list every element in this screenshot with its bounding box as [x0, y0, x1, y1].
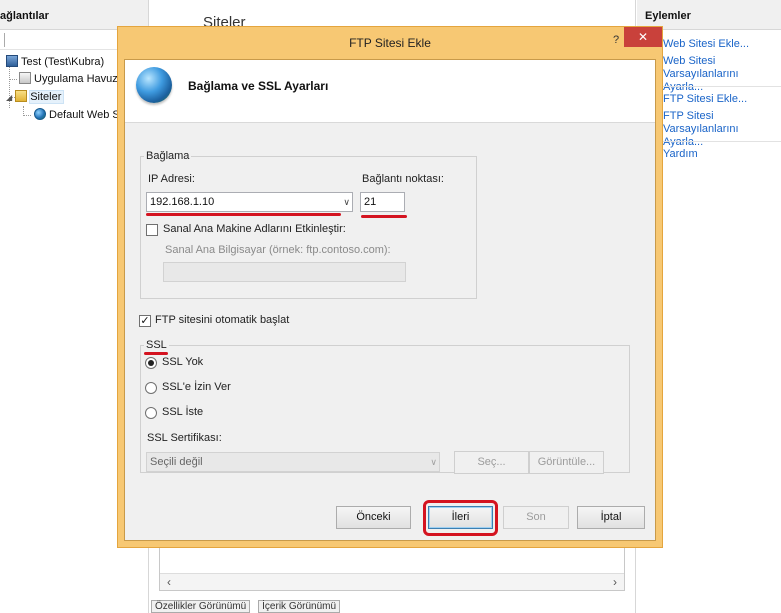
tree-item-app-pools[interactable]: Uygulama Havuzlar [19, 71, 130, 87]
ip-address-value: 192.168.1.10 [150, 196, 215, 208]
tree-connector [9, 79, 17, 80]
radio-ssl-allow[interactable] [145, 382, 157, 394]
ssl-cert-select[interactable]: Seçili değil ∨ [146, 452, 440, 472]
banner-title: Bağlama ve SSL Ayarları [188, 79, 329, 93]
previous-button[interactable]: Önceki [336, 506, 411, 529]
tab-content-view[interactable]: İçerik Görünümü [258, 600, 341, 613]
app-pool-icon [19, 72, 31, 84]
sites-list[interactable]: ‹ › [159, 545, 625, 591]
radio-ssl-none[interactable] [145, 357, 157, 369]
scroll-right-icon[interactable]: › [608, 575, 622, 589]
dialog-title: FTP Sitesi Ekle [349, 36, 431, 50]
virtual-host-checkbox[interactable] [146, 224, 158, 236]
radio-ssl-require-label: SSL İste [162, 406, 204, 418]
tree-item-label: Siteler [29, 90, 65, 104]
tree-item-server[interactable]: Test (Test\Kubra) [6, 54, 104, 70]
finish-button[interactable]: Son [503, 506, 569, 529]
port-input[interactable]: 21 [360, 192, 405, 212]
toolbar-separator [4, 33, 5, 47]
actions-divider [663, 141, 781, 142]
cancel-button[interactable]: İptal [577, 506, 645, 529]
ip-address-label: IP Adresi: [148, 173, 195, 185]
annotation-box [423, 500, 498, 536]
tree-item-label: Test (Test\Kubra) [21, 56, 105, 68]
server-icon [6, 55, 18, 67]
horizontal-scrollbar[interactable]: ‹ › [160, 573, 624, 590]
tree-connector [23, 115, 31, 116]
action-add-website[interactable]: Web Sitesi Ekle... [663, 38, 781, 51]
ssl-cert-value: Seçili değil [150, 456, 203, 468]
view-tabs: Özellikler Görünümü İçerik Görünümü [151, 600, 348, 613]
dialog-body: Bağlama ve SSL Ayarları Bağlama IP Adres… [124, 59, 656, 541]
action-add-ftp-site[interactable]: FTP Sitesi Ekle... [663, 93, 781, 106]
tab-features-view[interactable]: Özellikler Görünümü [151, 600, 251, 613]
dialog-banner: Bağlama ve SSL Ayarları [125, 60, 655, 123]
radio-ssl-allow-label: SSL'e İzin Ver [162, 381, 231, 393]
virtual-host-input[interactable] [163, 262, 406, 282]
ip-address-select[interactable]: 192.168.1.10 ∨ [146, 192, 353, 212]
radio-ssl-none-label: SSL Yok [162, 356, 204, 368]
actions-divider [663, 86, 781, 87]
ssl-legend: SSL [144, 339, 169, 351]
dialog-titlebar[interactable]: FTP Sitesi Ekle ? ✕ [118, 27, 662, 59]
radio-ssl-require[interactable] [145, 407, 157, 419]
port-label: Bağlantı noktası: [362, 173, 444, 185]
ssl-view-button[interactable]: Görüntüle... [529, 451, 604, 474]
tree-item-label: Uygulama Havuzlar [34, 73, 130, 85]
action-website-defaults[interactable]: Web Sitesi Varsayılanlarını Ayarla... [663, 55, 781, 94]
annotation-underline [144, 352, 168, 355]
globe-icon [34, 108, 46, 120]
folder-icon [15, 90, 28, 102]
ssl-select-button[interactable]: Seç... [454, 451, 529, 474]
tree-item-sites[interactable]: ◢ Siteler [6, 89, 65, 105]
ftp-site-dialog: FTP Sitesi Ekle ? ✕ Bağlama ve SSL Ayarl… [117, 26, 663, 548]
globe-icon [136, 67, 172, 103]
scroll-left-icon[interactable]: ‹ [162, 575, 176, 589]
virtual-host-label: Sanal Ana Bilgisayar (örnek: ftp.contoso… [165, 244, 391, 256]
virtual-host-checkbox-label: Sanal Ana Makine Adlarını Etkinleştir: [163, 223, 346, 235]
close-button[interactable]: ✕ [624, 27, 662, 47]
ssl-cert-label: SSL Sertifikası: [147, 432, 222, 444]
binding-legend: Bağlama [144, 150, 192, 162]
annotation-underline [146, 213, 341, 216]
help-button[interactable]: ? [608, 32, 624, 48]
expand-arrow-icon: ◢ [6, 93, 13, 102]
chevron-down-icon: ∨ [430, 457, 437, 467]
action-ftp-site-defaults[interactable]: FTP Sitesi Varsayılanlarını Ayarla... [663, 110, 781, 149]
chevron-down-icon: ∨ [343, 197, 350, 207]
autostart-label: FTP sitesini otomatik başlat [155, 314, 290, 326]
annotation-underline [361, 215, 407, 218]
autostart-checkbox[interactable]: ✓ [139, 315, 151, 327]
action-help[interactable]: Yardım [663, 148, 781, 161]
